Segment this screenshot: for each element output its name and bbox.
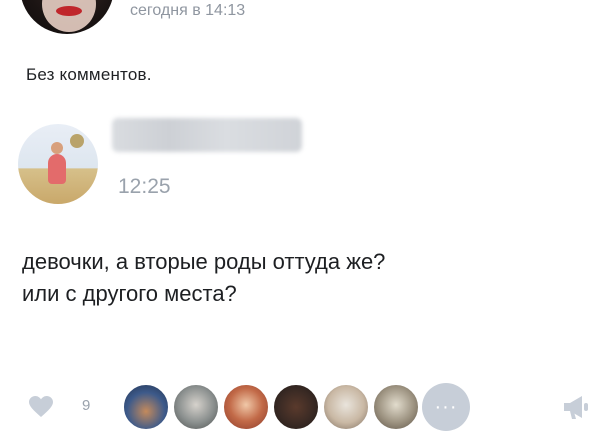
avatar-object (70, 134, 84, 148)
heart-icon[interactable] (28, 395, 54, 419)
post-text: Без комментов. (26, 65, 152, 84)
avatar-lips (56, 6, 82, 16)
likes-row: 9 ··· (28, 383, 598, 433)
post-view: сегодня в 14:13 Без комментов. 12:25 дев… (0, 0, 612, 445)
like-count: 9 (82, 397, 91, 414)
more-dots-icon[interactable]: ··· (422, 383, 470, 431)
avatar-head (51, 142, 63, 154)
comment-time: 12:25 (118, 175, 171, 198)
liker-avatar[interactable] (322, 383, 370, 431)
liker-avatar[interactable] (172, 383, 220, 431)
post-author-avatar[interactable] (20, 0, 114, 34)
liker-avatar[interactable] (122, 383, 170, 431)
comment-author-name-blurred[interactable] (112, 118, 302, 152)
comment-author-avatar[interactable] (18, 124, 98, 204)
comment-text: девочки, а вторые роды оттуда же? или с … (22, 246, 592, 310)
post-timestamp: сегодня в 14:13 (130, 2, 246, 19)
comment-text-line: девочки, а вторые роды оттуда же? (22, 249, 386, 274)
liker-avatar[interactable] (372, 383, 420, 431)
liker-avatar[interactable] (272, 383, 320, 431)
share-megaphone-icon[interactable] (562, 393, 592, 421)
liker-avatar[interactable] (222, 383, 270, 431)
avatar-figure (48, 154, 66, 184)
avatar-face (42, 0, 96, 32)
comment-text-line: или с другого места? (22, 281, 237, 306)
